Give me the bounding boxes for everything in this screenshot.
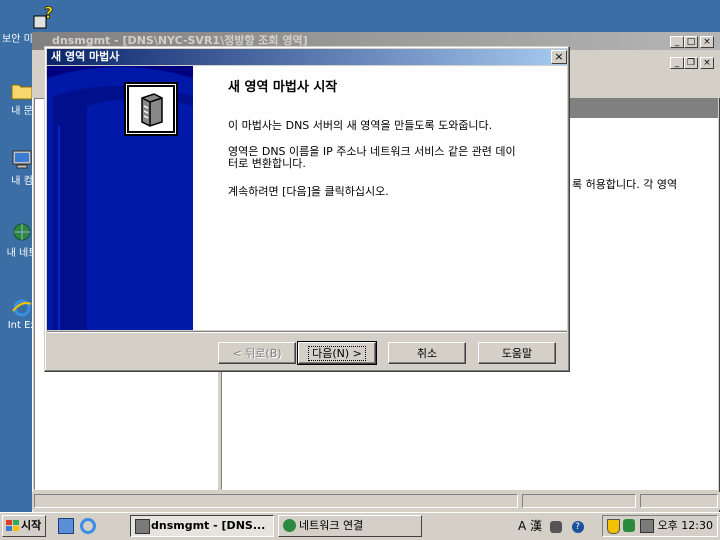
wizard-close-button[interactable]: × bbox=[551, 50, 567, 64]
start-button[interactable]: 시작 bbox=[2, 515, 46, 537]
wizard-intro-text: 이 마법사는 DNS 서버의 새 영역을 만들도록 도와줍니다. bbox=[228, 119, 493, 132]
network-tray-icon[interactable] bbox=[623, 519, 635, 532]
security-shield-icon[interactable] bbox=[607, 519, 620, 534]
child-minimize-button[interactable]: _ bbox=[670, 57, 684, 69]
ime-tool-icon bbox=[549, 520, 562, 533]
start-label: 시작 bbox=[21, 519, 42, 532]
desktop-icon-help[interactable]: ? bbox=[22, 4, 66, 32]
minimize-button[interactable]: _ bbox=[670, 36, 684, 48]
ime-indicator: A 漢 bbox=[518, 519, 543, 533]
wizard-continue-text: 계속하려면 [다음]을 클릭하십시오. bbox=[228, 185, 389, 198]
child-restore-button[interactable]: ❐ bbox=[684, 57, 698, 69]
show-desktop-icon[interactable] bbox=[58, 518, 74, 534]
taskbar-item-network-connections[interactable]: 네트워크 연결 bbox=[278, 515, 422, 537]
mmc-app-icon bbox=[135, 519, 150, 534]
svg-text:?: ? bbox=[44, 4, 53, 22]
quick-launch bbox=[54, 516, 100, 536]
wizard-description-line2: 터로 변환합니다. bbox=[228, 157, 306, 170]
internet-explorer-icon[interactable] bbox=[80, 518, 96, 534]
system-tray: 오후 12:30 bbox=[602, 515, 718, 537]
details-pane-text: 록 허용합니다. 각 영역 bbox=[572, 178, 678, 191]
back-button[interactable]: < 뒤로(B) bbox=[218, 342, 296, 364]
network-connections-icon bbox=[283, 519, 296, 532]
computer-icon bbox=[12, 150, 32, 169]
help-icon: ? bbox=[33, 4, 54, 29]
wizard-separator bbox=[47, 331, 567, 333]
network-icon bbox=[13, 223, 31, 241]
taskbar-item-label: 네트워크 연결 bbox=[299, 519, 364, 532]
status-bar bbox=[32, 492, 720, 510]
wizard-titlebar[interactable]: 새 영역 마법사 bbox=[47, 49, 567, 65]
windows-logo-icon bbox=[6, 520, 19, 531]
close-button[interactable]: × bbox=[700, 36, 714, 48]
wizard-banner bbox=[47, 66, 193, 330]
desktop-icon-label: 내 문 bbox=[11, 106, 33, 117]
display-tray-icon[interactable] bbox=[640, 519, 654, 533]
next-button[interactable]: 다음(N) > bbox=[297, 341, 377, 365]
cancel-button[interactable]: 취소 bbox=[388, 342, 466, 364]
internet-explorer-icon bbox=[12, 299, 32, 317]
help-icon: ? bbox=[571, 520, 584, 533]
desktop-icon-label: 내 컴 bbox=[11, 176, 33, 187]
next-button-label: 다음(N) > bbox=[308, 346, 366, 361]
wizard-heading: 새 영역 마법사 시작 bbox=[228, 80, 338, 95]
language-bar[interactable]: A 漢 ? bbox=[512, 516, 604, 536]
help-button[interactable]: 도움말 bbox=[478, 342, 556, 364]
server-icon bbox=[124, 82, 178, 136]
maximize-button[interactable]: □ bbox=[684, 36, 698, 48]
child-close-button[interactable]: × bbox=[700, 57, 714, 69]
taskbar-item-dnsmgmt[interactable]: dnsmgmt - [DNS... bbox=[130, 515, 274, 537]
clock: 오후 12:30 bbox=[657, 519, 713, 532]
folder-icon bbox=[11, 84, 33, 100]
taskbar-item-label: dnsmgmt - [DNS... bbox=[151, 519, 266, 532]
wizard-title: 새 영역 마법사 bbox=[51, 50, 120, 63]
